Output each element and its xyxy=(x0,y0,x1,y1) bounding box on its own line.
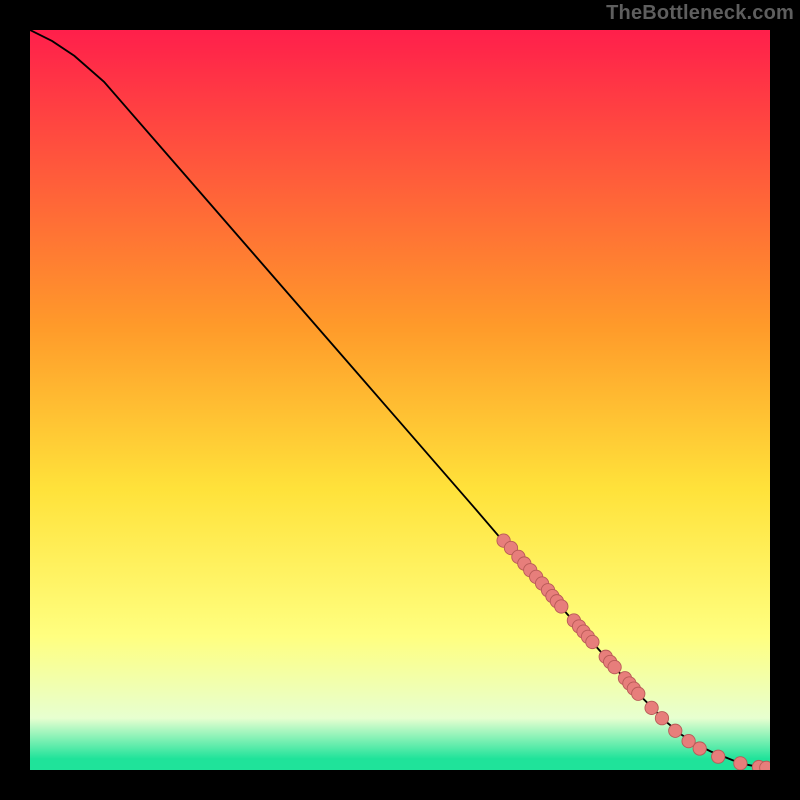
chart-frame: TheBottleneck.com xyxy=(0,0,800,800)
data-marker xyxy=(555,600,568,613)
data-marker xyxy=(645,701,658,714)
data-marker xyxy=(632,687,645,700)
data-marker xyxy=(608,660,621,673)
data-marker xyxy=(712,750,725,763)
data-marker xyxy=(655,712,668,725)
chart-svg xyxy=(30,30,770,770)
gradient-background xyxy=(30,30,770,770)
data-marker xyxy=(734,757,747,770)
watermark-label: TheBottleneck.com xyxy=(606,2,794,25)
plot-area xyxy=(30,30,770,770)
data-marker xyxy=(693,742,706,755)
data-marker xyxy=(586,635,599,648)
data-marker xyxy=(669,724,682,737)
